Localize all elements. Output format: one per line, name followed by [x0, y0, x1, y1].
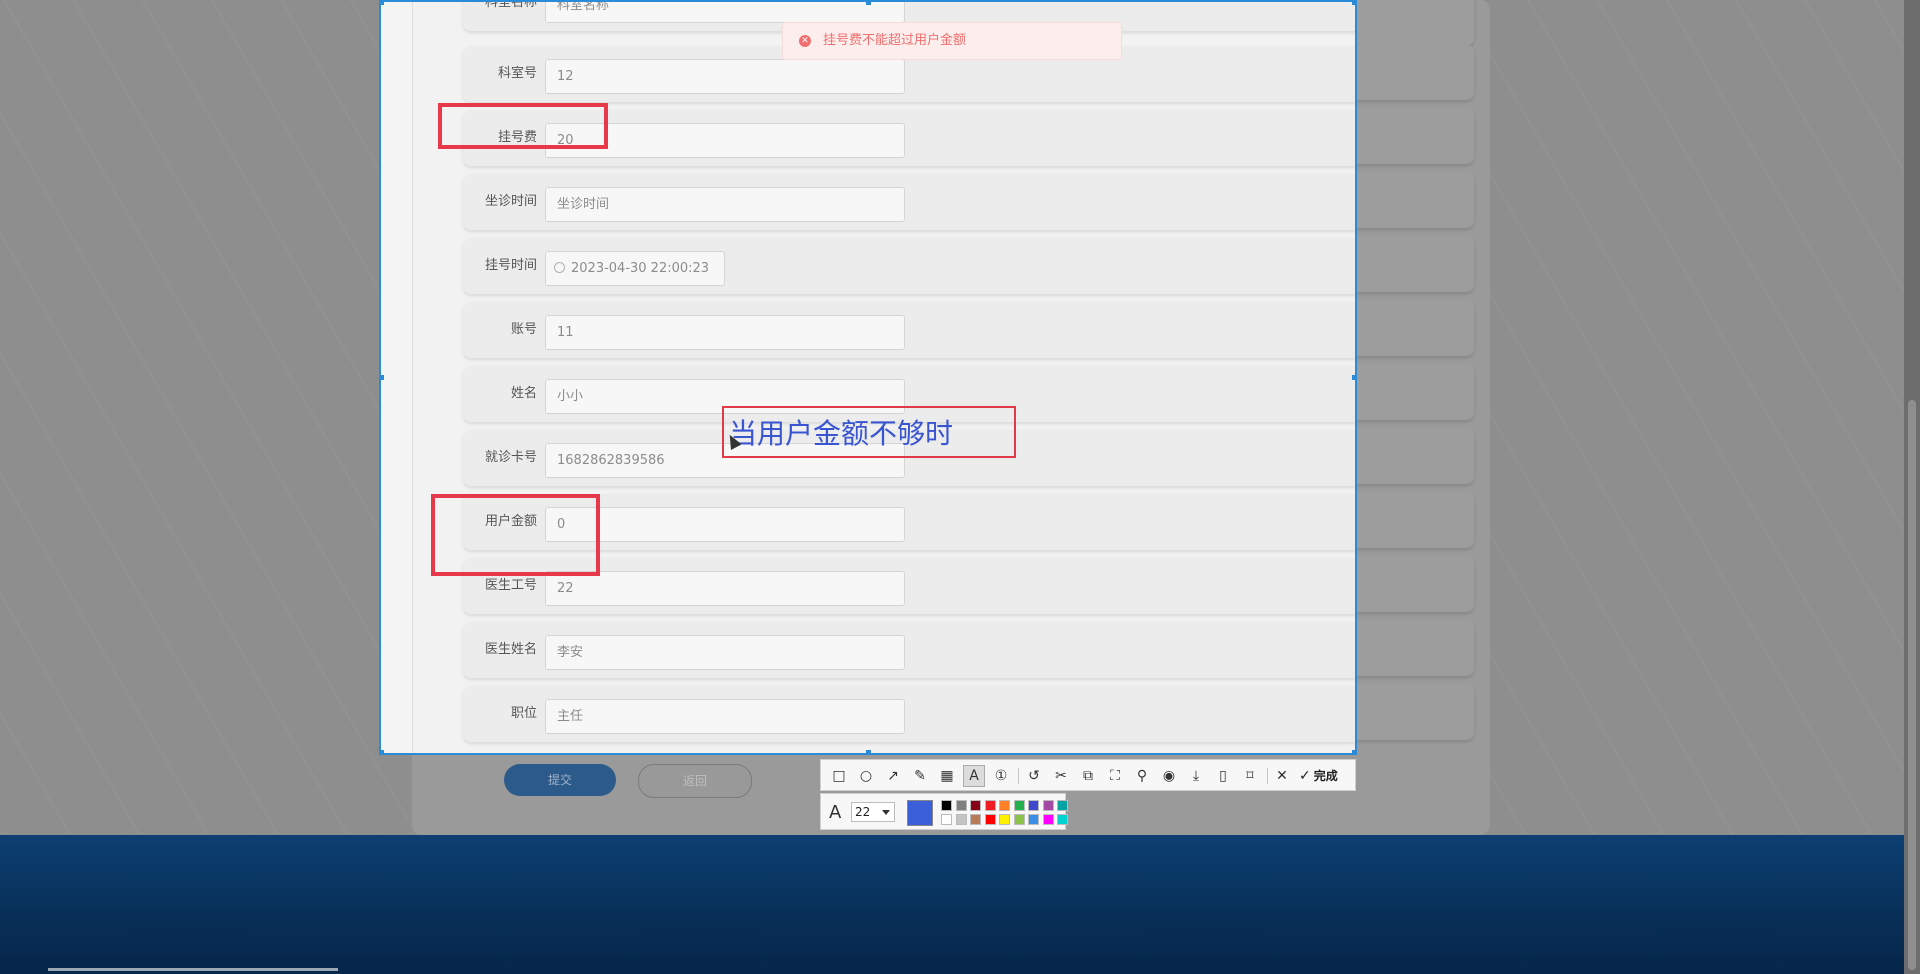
- toolbar-divider: [1018, 768, 1019, 784]
- form-label: * 科室名称: [463, 2, 537, 31]
- color-swatch[interactable]: [1042, 800, 1054, 811]
- cut-icon[interactable]: ✂: [1051, 766, 1071, 786]
- mosaic-icon[interactable]: ▦: [937, 766, 957, 786]
- pin-icon[interactable]: ⚲: [1132, 766, 1152, 786]
- registration-time-picker[interactable]: 2023-04-30 22:00:23: [545, 251, 725, 286]
- bookmark-icon[interactable]: ⌑: [1240, 766, 1260, 786]
- rectangle-icon[interactable]: □: [829, 766, 849, 786]
- error-circle-icon: ✕: [799, 35, 811, 47]
- color-swatch[interactable]: [984, 814, 996, 825]
- serial-number-icon[interactable]: ①: [991, 766, 1011, 786]
- form-row-registration-time: 挂号时间 2023-04-30 22:00:23: [463, 238, 1355, 294]
- font-icon: A: [829, 802, 842, 823]
- form-label: 账号: [510, 322, 537, 337]
- screenshot-toolbar: □ ○ ↗ ✎ ▦ A ① ↺ ✂ ⧉ ⛶ ⚲ ◉ ⤓ ▯ ⌑ ✕ ✓ 完成: [820, 759, 1356, 791]
- scan-icon[interactable]: ⛶: [1105, 766, 1125, 786]
- color-swatch[interactable]: [941, 814, 952, 825]
- color-swatch[interactable]: [1057, 814, 1068, 825]
- form-label: 医生姓名: [484, 642, 537, 657]
- color-swatch[interactable]: [984, 800, 996, 811]
- current-color-swatch[interactable]: [907, 800, 933, 826]
- color-swatch[interactable]: [1028, 814, 1039, 825]
- record-icon[interactable]: ◉: [1159, 766, 1179, 786]
- done-button[interactable]: ✓ 完成: [1299, 766, 1338, 786]
- color-swatch[interactable]: [970, 814, 981, 825]
- text-icon[interactable]: A: [963, 765, 985, 787]
- form-label: 职位: [510, 706, 537, 721]
- highlight-box-registration-fee[interactable]: [438, 103, 608, 149]
- form-row-position: 职位 主任: [463, 686, 1355, 742]
- color-swatch[interactable]: [999, 800, 1010, 811]
- scrollbar-thumb[interactable]: [1908, 400, 1916, 970]
- clock-icon: [554, 262, 565, 273]
- form-row-doctor-name: 医生姓名 李安: [463, 622, 1355, 678]
- error-toast: ✕ 挂号费不能超过用户金额: [782, 22, 1122, 60]
- long-screenshot-icon[interactable]: ▯: [1213, 766, 1233, 786]
- account-input[interactable]: 11: [545, 315, 905, 350]
- color-swatch[interactable]: [955, 814, 967, 825]
- ocr-icon[interactable]: ⧉: [1078, 766, 1098, 786]
- arrow-icon[interactable]: ↗: [883, 766, 903, 786]
- doctor-name-input[interactable]: 李安: [545, 635, 905, 670]
- pen-icon[interactable]: ✎: [910, 766, 930, 786]
- color-swatch[interactable]: [1057, 800, 1068, 811]
- selection-handle[interactable]: [866, 750, 871, 755]
- dept-number-input[interactable]: 12: [545, 59, 905, 94]
- footer-bar: [0, 835, 1904, 974]
- color-swatch[interactable]: [1028, 800, 1039, 811]
- form-label: 姓名: [510, 386, 537, 401]
- form-row-consult-time: 坐诊时间 坐诊时间: [463, 174, 1355, 230]
- color-swatch[interactable]: [941, 800, 952, 811]
- form-label: 挂号时间: [484, 258, 537, 273]
- ellipse-icon[interactable]: ○: [856, 766, 876, 786]
- chevron-down-icon: [882, 810, 890, 815]
- required-mark: *: [475, 2, 482, 10]
- annotation-text[interactable]: 当用户金额不够时: [729, 412, 953, 452]
- dept-name-input[interactable]: 科室名称: [545, 2, 905, 23]
- color-swatch[interactable]: [1042, 814, 1054, 825]
- undo-icon[interactable]: ↺: [1024, 766, 1044, 786]
- selection-handle[interactable]: [1352, 750, 1357, 755]
- highlight-box-user-balance[interactable]: [431, 494, 600, 576]
- download-icon[interactable]: ⤓: [1186, 766, 1206, 786]
- selection-handle[interactable]: [1352, 0, 1357, 5]
- selection-handle[interactable]: [866, 0, 871, 5]
- text-style-bar: A 22: [820, 793, 1068, 830]
- consult-time-input[interactable]: 坐诊时间: [545, 187, 905, 222]
- selection-handle[interactable]: [379, 375, 384, 380]
- form-label: 就诊卡号: [484, 450, 537, 465]
- selection-handle[interactable]: [379, 750, 384, 755]
- doctor-id-input[interactable]: 22: [545, 571, 905, 606]
- check-icon: ✓: [1299, 768, 1311, 784]
- color-swatch[interactable]: [970, 800, 981, 811]
- close-icon[interactable]: ✕: [1272, 766, 1292, 786]
- selection-handle[interactable]: [379, 0, 384, 5]
- toast-message: 挂号费不能超过用户金额: [823, 33, 967, 48]
- color-swatch[interactable]: [999, 814, 1010, 825]
- form-label: 科室号: [497, 66, 537, 81]
- selection-handle[interactable]: [1352, 375, 1357, 380]
- font-size-select[interactable]: 22: [851, 802, 895, 822]
- taskbar-strip: [48, 968, 338, 971]
- back-button[interactable]: 返回: [638, 764, 752, 798]
- position-input[interactable]: 主任: [545, 699, 905, 734]
- color-swatch[interactable]: [1013, 814, 1025, 825]
- submit-button[interactable]: 提交: [504, 764, 616, 796]
- color-swatch[interactable]: [955, 800, 967, 811]
- color-swatch[interactable]: [1013, 800, 1025, 811]
- form-label: 坐诊时间: [484, 194, 537, 209]
- form-row-account: 账号 11: [463, 302, 1355, 358]
- toolbar-divider: [1267, 768, 1268, 784]
